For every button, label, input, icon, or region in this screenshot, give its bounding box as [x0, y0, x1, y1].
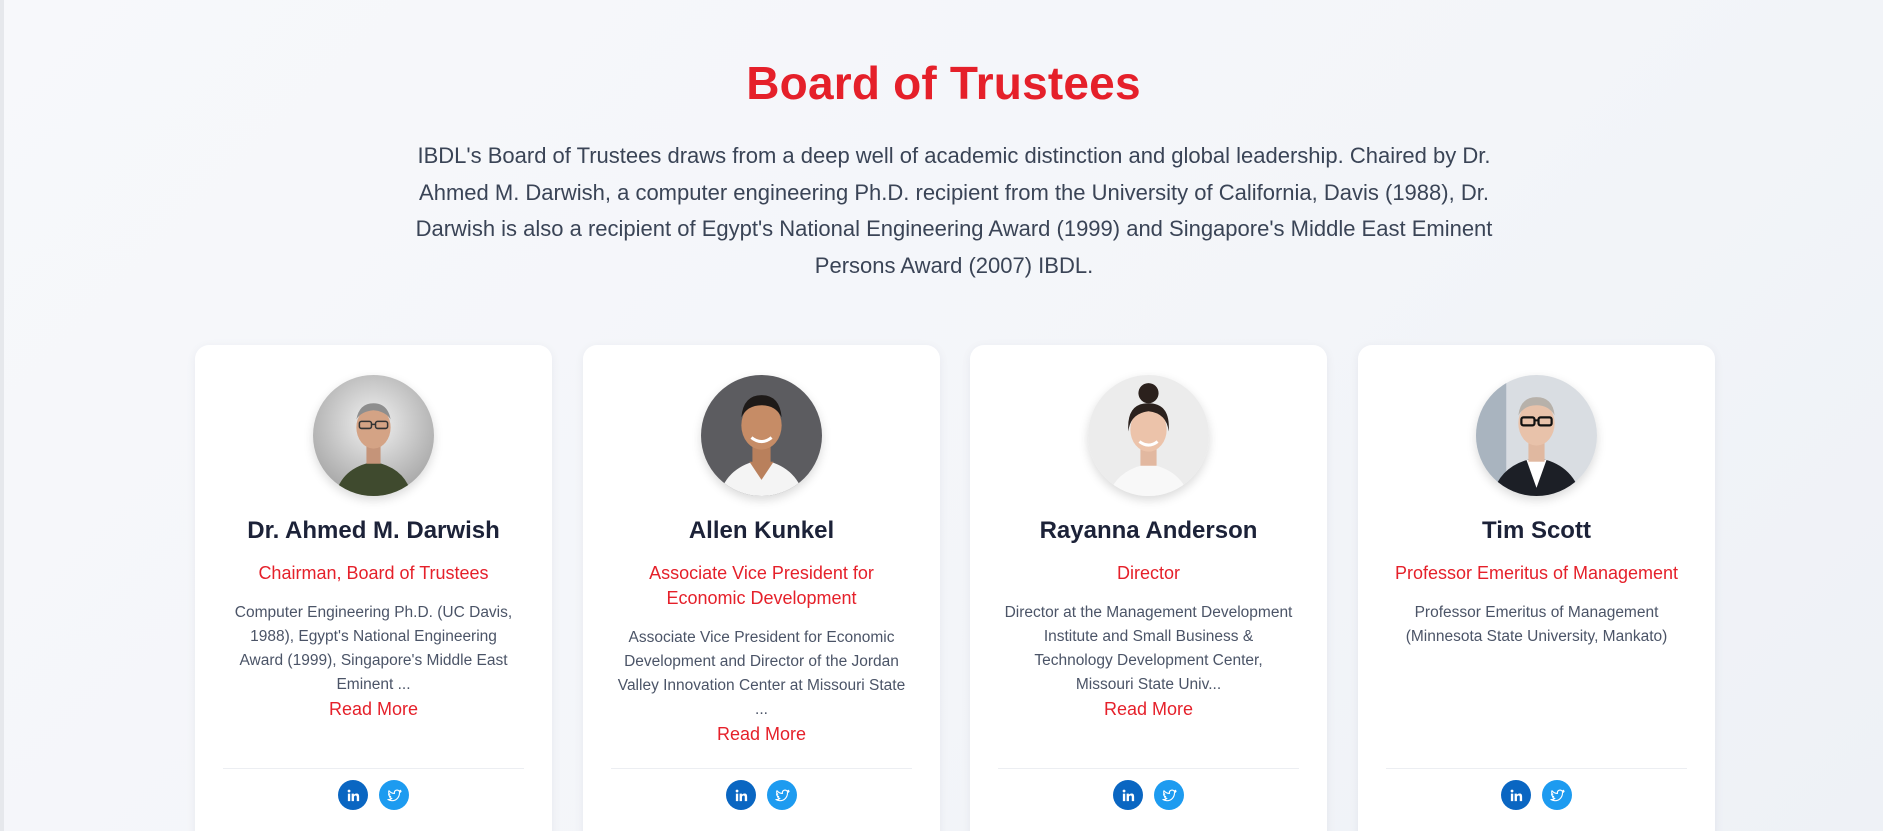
trustee-photo	[1476, 375, 1597, 496]
card-divider	[223, 768, 524, 769]
trustee-card: Dr. Ahmed M. Darwish Chairman, Board of …	[195, 345, 552, 831]
trustee-role: Director	[1116, 563, 1180, 583]
trustee-photo	[313, 375, 434, 496]
trustee-description: Associate Vice President for Economic De…	[617, 629, 906, 718]
trustee-name: Tim Scott	[1482, 517, 1591, 544]
trustee-photo	[701, 375, 822, 496]
trustee-role: Chairman, Board of Trustees	[258, 563, 489, 583]
trustee-role: Professor Emeritus of Management	[1394, 563, 1679, 583]
board-of-trustees-page: Board of Trustees IBDL's Board of Truste…	[0, 0, 1883, 831]
card-divider	[998, 768, 1299, 769]
social-links	[1358, 780, 1715, 810]
read-more-link[interactable]: Read More	[583, 724, 940, 745]
trustee-description: Computer Engineering Ph.D. (UC Davis, 19…	[234, 604, 513, 693]
section-title: Board of Trustees	[746, 57, 1141, 109]
twitter-icon[interactable]	[1154, 780, 1184, 810]
linkedin-icon[interactable]	[1113, 780, 1143, 810]
social-links	[970, 780, 1327, 810]
social-links	[583, 780, 940, 810]
trustee-card: Tim Scott Professor Emeritus of Manageme…	[1358, 345, 1715, 831]
linkedin-icon[interactable]	[338, 780, 368, 810]
twitter-icon[interactable]	[1542, 780, 1572, 810]
trustee-name: Allen Kunkel	[688, 517, 835, 544]
trustee-cards: Dr. Ahmed M. Darwish Chairman, Board of …	[195, 345, 1715, 831]
card-divider	[611, 768, 912, 769]
trustee-name: Rayanna Anderson	[1039, 517, 1258, 544]
trustee-description: Director at the Management Development I…	[1004, 604, 1293, 693]
read-more-link[interactable]: Read More	[195, 699, 552, 720]
section-intro: IBDL's Board of Trustees draws from a de…	[415, 143, 1493, 278]
twitter-icon[interactable]	[379, 780, 409, 810]
twitter-icon[interactable]	[767, 780, 797, 810]
social-links	[195, 780, 552, 810]
linkedin-icon[interactable]	[1501, 780, 1531, 810]
trustee-card: Rayanna Anderson Director Director at th…	[970, 345, 1327, 831]
trustee-description: Professor Emeritus of Management (Minnes…	[1405, 604, 1668, 645]
trustee-name: Dr. Ahmed M. Darwish	[247, 517, 500, 544]
card-divider	[1386, 768, 1687, 769]
trustee-role: Associate Vice President for Economic De…	[649, 563, 874, 608]
trustee-card: Allen Kunkel Associate Vice President fo…	[583, 345, 940, 831]
trustee-photo	[1088, 375, 1209, 496]
linkedin-icon[interactable]	[726, 780, 756, 810]
read-more-link[interactable]: Read More	[970, 699, 1327, 720]
